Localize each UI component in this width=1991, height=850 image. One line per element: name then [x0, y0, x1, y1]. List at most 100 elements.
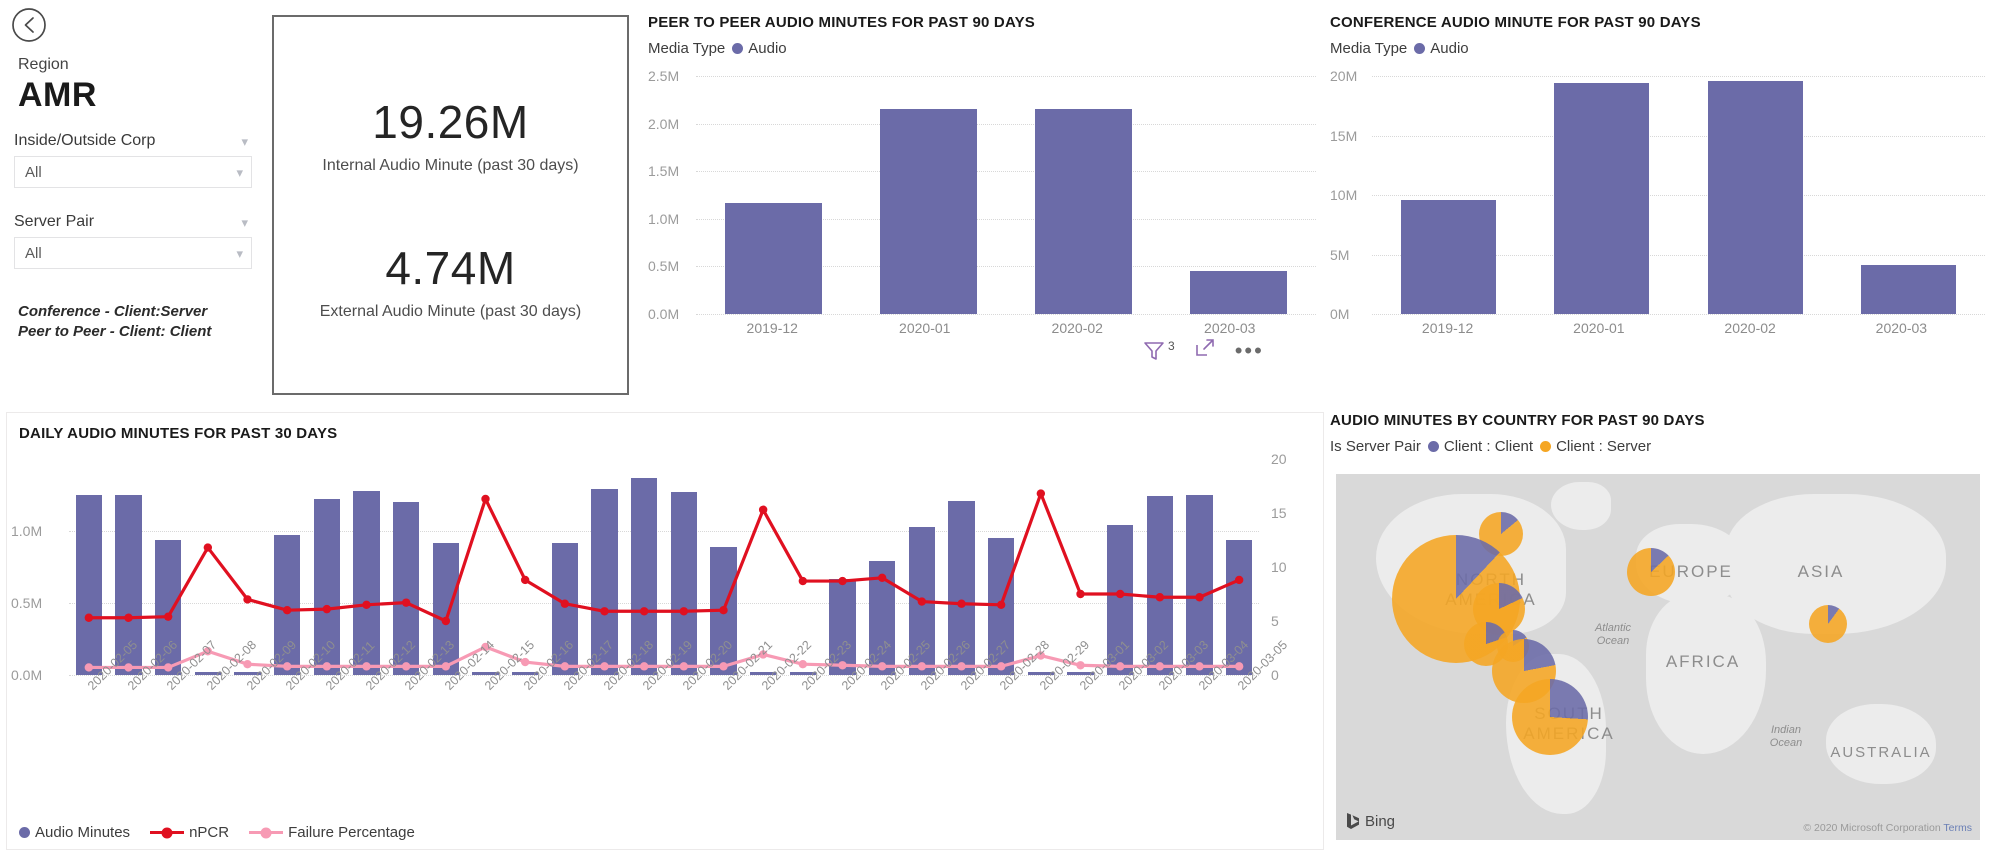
- slicer-header[interactable]: Server Pair ▾: [14, 213, 252, 231]
- slicer-dropdown[interactable]: All ▾: [14, 156, 252, 188]
- chevron-down-icon[interactable]: ▾: [241, 216, 248, 229]
- bar[interactable]: [1707, 80, 1803, 314]
- legend-title: Media Type: [1330, 40, 1408, 57]
- legend-item-audio-minutes[interactable]: Audio Minutes: [19, 824, 130, 841]
- y-axis-tick: 0.5M: [11, 595, 43, 611]
- bar[interactable]: [1860, 265, 1956, 314]
- legend-title: Is Server Pair: [1330, 438, 1421, 455]
- legend-item-npcr[interactable]: nPCR: [150, 824, 229, 841]
- y2-axis-tick: 0: [1271, 667, 1279, 683]
- kpi-card[interactable]: 19.26M Internal Audio Minute (past 30 da…: [272, 15, 629, 395]
- bar[interactable]: [1035, 109, 1132, 314]
- bar[interactable]: [725, 202, 822, 314]
- map-card[interactable]: AUDIO MINUTES BY COUNTRY FOR PAST 90 DAY…: [1330, 412, 1985, 850]
- legend-label: Client : Server: [1556, 438, 1652, 455]
- x-axis-tick: 2020-01: [1573, 320, 1625, 336]
- bar-series: [696, 76, 1316, 314]
- map-pie-bubble[interactable]: [1809, 605, 1847, 643]
- bar[interactable]: [1190, 271, 1287, 314]
- slicer-inside-outside-corp: Inside/Outside Corp ▾ All ▾: [14, 132, 252, 188]
- y2-axis-tick: 20: [1271, 451, 1287, 467]
- bar[interactable]: [1554, 83, 1650, 314]
- legend-item-audio[interactable]: Audio: [732, 40, 787, 57]
- external-audio-label: External Audio Minute (past 30 days): [319, 303, 582, 320]
- slicer-title: Inside/Outside Corp: [14, 132, 156, 149]
- map-terms-link[interactable]: Terms: [1943, 822, 1972, 834]
- y-axis-tick: 10M: [1330, 187, 1358, 203]
- chart-legend: Media Type Audio: [1330, 40, 1985, 57]
- slicer-title: Server Pair: [14, 213, 95, 230]
- y-axis-tick: 1.0M: [648, 210, 680, 227]
- chevron-down-icon[interactable]: ▾: [241, 135, 248, 148]
- x-axis-tick: 2020-03: [1875, 320, 1928, 336]
- map-attribution: © 2020 Microsoft Corporation Terms: [1803, 822, 1972, 834]
- chevron-down-icon[interactable]: ▾: [236, 247, 243, 260]
- ocean-label-atlantic: Atlantic Ocean: [1594, 622, 1632, 648]
- bar[interactable]: [1401, 199, 1497, 314]
- map-copyright: © 2020 Microsoft Corporation: [1803, 822, 1941, 834]
- chevron-down-icon[interactable]: ▾: [236, 166, 243, 179]
- legend-swatch-icon: [732, 43, 744, 54]
- map-pie-bubble[interactable]: [1627, 548, 1675, 596]
- bing-logo[interactable]: Bing: [1346, 812, 1395, 830]
- peer-to-peer-x-axis: 2019-12 2020-01 2020-02 2020-03: [696, 320, 1306, 336]
- legend-title: Media Type: [648, 40, 726, 57]
- legend-swatch-icon: [1540, 441, 1552, 452]
- chart-legend: Media Type Audio: [648, 40, 1316, 57]
- x-axis-tick: 2020-01: [899, 320, 951, 336]
- legend-label: Audio Minutes: [35, 824, 131, 841]
- y-axis-tick: 20M: [1330, 68, 1358, 84]
- slicer-value: All: [25, 163, 42, 181]
- slicer-dropdown[interactable]: All ▾: [14, 237, 252, 269]
- y-axis-tick: 2.0M: [648, 115, 680, 132]
- focus-mode-icon[interactable]: [1193, 336, 1217, 365]
- slicer-value: All: [25, 244, 42, 262]
- gridline: [1372, 314, 1985, 315]
- map-canvas[interactable]: NORTHAMERICA SOUTHAMERICA EUROPE ASIA AF…: [1336, 474, 1980, 840]
- bing-label: Bing: [1365, 812, 1396, 830]
- bar[interactable]: [880, 109, 977, 314]
- y-axis-tick: 0.5M: [648, 258, 680, 275]
- region-value: AMR: [18, 76, 97, 114]
- y-axis-tick: 2.5M: [648, 68, 680, 84]
- powerbi-dashboard: Region AMR Inside/Outside Corp ▾ All ▾ S…: [0, 0, 1991, 850]
- legend-item-client-server[interactable]: Client : Server: [1540, 438, 1651, 455]
- peer-to-peer-chart-card[interactable]: PEER TO PEER AUDIO MINUTES FOR PAST 90 D…: [648, 14, 1316, 394]
- continent-label-australia: AUSTRALIA: [1830, 744, 1932, 761]
- conference-plot-area[interactable]: 0M 5M 10M 15M 20M: [1330, 68, 1985, 322]
- legend-item-audio[interactable]: Audio: [1414, 40, 1469, 57]
- y-axis-tick: 0.0M: [648, 306, 680, 322]
- legend-line-icon: [249, 827, 284, 838]
- continent-label-asia: ASIA: [1797, 562, 1845, 581]
- filter-count: 3: [1168, 338, 1175, 353]
- continent-label-africa: AFRICA: [1665, 652, 1741, 671]
- legend-item-failure-percentage[interactable]: Failure Percentage: [249, 824, 415, 841]
- slicer-server-pair: Server Pair ▾ All ▾: [14, 213, 252, 269]
- bar-series: [1372, 76, 1985, 314]
- more-options-icon[interactable]: •••: [1235, 339, 1264, 361]
- peer-to-peer-plot-area[interactable]: 0.0M 0.5M 1.0M 1.5M 2.0M 2.5M: [648, 68, 1316, 322]
- conference-chart-card[interactable]: CONFERENCE AUDIO MINUTE FOR PAST 90 DAYS…: [1330, 14, 1985, 394]
- legend-swatch-icon: [1414, 43, 1426, 54]
- landmass-greenland: [1551, 482, 1611, 530]
- internal-audio-label: Internal Audio Minute (past 30 days): [322, 157, 579, 174]
- x-axis-tick: 2020-03: [1204, 320, 1256, 336]
- back-arrow-icon[interactable]: [10, 6, 48, 44]
- y2-axis-tick: 15: [1271, 505, 1287, 521]
- x-axis-tick: 2019-12: [746, 320, 798, 336]
- note-line-conference: Conference - Client:Server: [18, 303, 208, 320]
- landmass-africa: [1646, 594, 1766, 754]
- y-axis-tick: 15M: [1330, 127, 1358, 144]
- x-axis-tick: 2020-02: [1051, 320, 1103, 336]
- filter-icon[interactable]: 3: [1142, 339, 1175, 363]
- filter-panel: Region AMR Inside/Outside Corp ▾ All ▾ S…: [0, 0, 268, 400]
- map-pie-bubble[interactable]: [1512, 679, 1588, 755]
- chart-title: DAILY AUDIO MINUTES FOR PAST 30 DAYS: [19, 425, 338, 442]
- slicer-help-note: Conference - Client:Server Peer to Peer …: [18, 302, 211, 343]
- y-axis-tick: 0M: [1330, 306, 1350, 322]
- map-legend: Is Server Pair Client : Client Client : …: [1330, 438, 1985, 455]
- slicer-header[interactable]: Inside/Outside Corp ▾: [14, 132, 252, 150]
- daily-audio-chart-card[interactable]: DAILY AUDIO MINUTES FOR PAST 30 DAYS 0.0…: [6, 412, 1324, 850]
- legend-item-client-client[interactable]: Client : Client: [1427, 438, 1533, 455]
- daily-x-axis: 2020-02-05 2020-02-06 2020-02-07 2020-02-08…: [69, 638, 1290, 787]
